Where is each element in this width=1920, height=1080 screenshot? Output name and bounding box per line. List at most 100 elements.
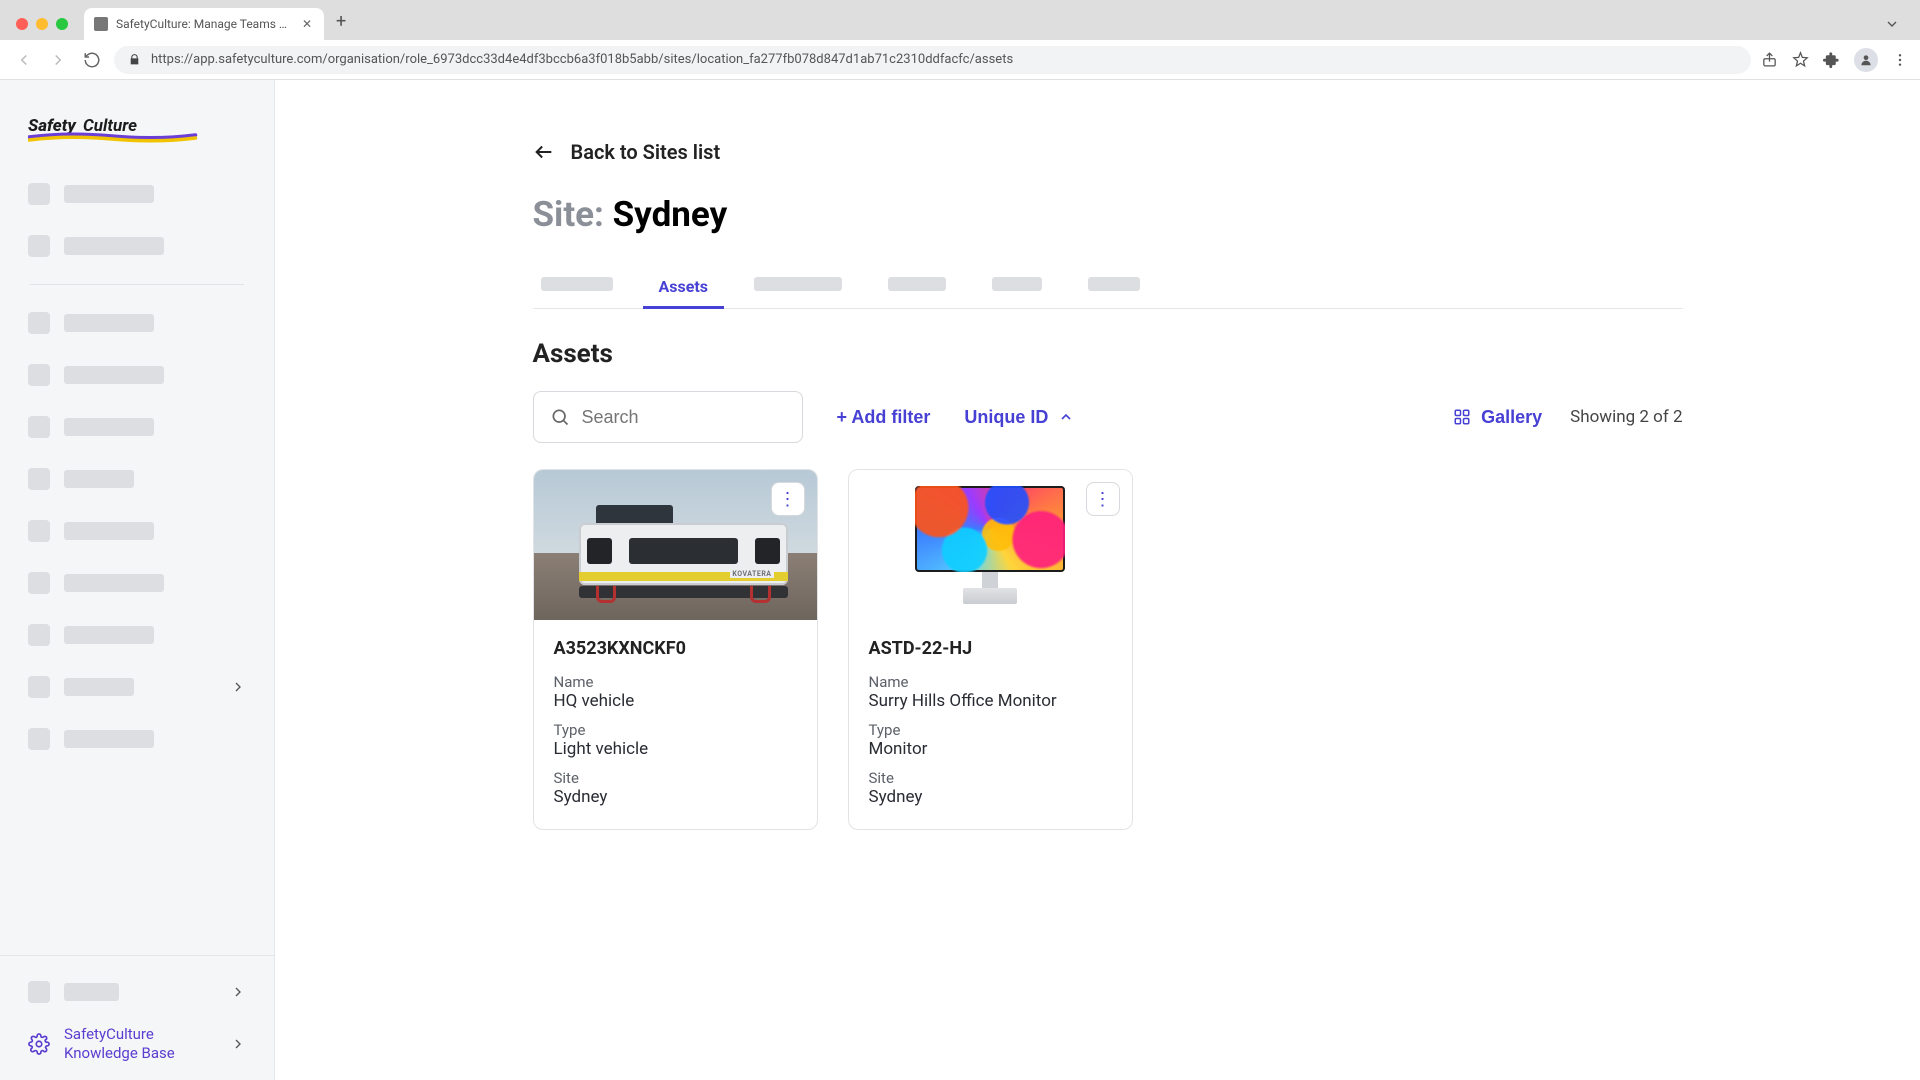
window-close-icon[interactable] <box>16 18 28 30</box>
asset-image: KOVATERA ⋮ <box>534 470 817 620</box>
toolbar-right: Gallery Showing 2 of 2 <box>1453 407 1682 428</box>
asset-card-body: ASTD-22-HJ NameSurry Hills Office Monito… <box>849 620 1132 829</box>
tabstrip-menu-icon[interactable] <box>1884 16 1910 40</box>
asset-site: Sydney <box>869 787 1112 807</box>
result-count: Showing 2 of 2 <box>1570 407 1682 427</box>
sidebar-item-placeholder[interactable] <box>20 713 254 765</box>
sidebar-item-placeholder[interactable] <box>20 220 254 272</box>
asset-name: Surry Hills Office Monitor <box>869 691 1112 711</box>
field-label-site: Site <box>869 769 1112 787</box>
sidebar-item-placeholder[interactable] <box>20 453 254 505</box>
sidebar-item-placeholder[interactable] <box>20 505 254 557</box>
kebab-icon: ⋮ <box>1094 489 1112 510</box>
sidebar-bottom: SafetyCulture Knowledge Base <box>0 955 274 1080</box>
tab-close-icon[interactable]: ✕ <box>300 17 314 31</box>
nav-reload-button[interactable] <box>80 48 104 72</box>
chevron-up-icon <box>1058 409 1074 425</box>
tab-strip: SafetyCulture: Manage Teams and ... ✕ + <box>0 0 1920 40</box>
view-mode-button[interactable]: Gallery <box>1453 407 1542 428</box>
kebab-icon: ⋮ <box>779 489 797 510</box>
tab-placeholder[interactable] <box>1080 265 1148 308</box>
tab-placeholder[interactable] <box>533 265 621 308</box>
window-controls <box>10 18 78 40</box>
field-label-site: Site <box>554 769 797 787</box>
tab-placeholder[interactable] <box>984 265 1050 308</box>
bookmark-icon[interactable] <box>1792 51 1809 68</box>
asset-card[interactable]: KOVATERA ⋮ A3523KXNCKF0 NameHQ vehicle T… <box>533 469 818 830</box>
view-mode-label: Gallery <box>1481 407 1542 428</box>
section-heading: Assets <box>533 339 1683 369</box>
asset-card[interactable]: ⋮ ASTD-22-HJ NameSurry Hills Office Moni… <box>848 469 1133 830</box>
arrow-left-icon <box>533 141 555 163</box>
toolbar: + Add filter Unique ID Gallery Showing 2… <box>533 391 1683 443</box>
tab-label: Assets <box>659 277 708 296</box>
field-label-type: Type <box>554 721 797 739</box>
asset-name: HQ vehicle <box>554 691 797 711</box>
extensions-icon[interactable] <box>1823 51 1840 68</box>
card-menu-button[interactable]: ⋮ <box>771 482 805 516</box>
card-menu-button[interactable]: ⋮ <box>1086 482 1120 516</box>
asset-type: Monitor <box>869 739 1112 759</box>
back-to-sites-link[interactable]: Back to Sites list <box>533 140 721 164</box>
asset-card-body: A3523KXNCKF0 NameHQ vehicle TypeLight ve… <box>534 620 817 829</box>
back-link-label: Back to Sites list <box>571 140 721 164</box>
field-label-name: Name <box>554 673 797 691</box>
asset-image: ⋮ <box>849 470 1132 620</box>
search-input[interactable] <box>582 407 814 428</box>
share-icon[interactable] <box>1761 51 1778 68</box>
search-icon <box>550 407 570 427</box>
sort-label: Unique ID <box>964 407 1048 428</box>
brand-logo[interactable]: Safety Culture <box>0 80 274 164</box>
sidebar-item-placeholder[interactable] <box>20 168 254 220</box>
grid-icon <box>1453 408 1471 426</box>
browser-tab[interactable]: SafetyCulture: Manage Teams and ... ✕ <box>84 8 324 40</box>
sidebar: Safety Culture <box>0 80 275 1080</box>
sort-button[interactable]: Unique ID <box>964 407 1074 428</box>
profile-avatar[interactable] <box>1854 48 1878 72</box>
page-title-value: Sydney <box>613 194 728 235</box>
asset-id: ASTD-22-HJ <box>869 638 1112 659</box>
add-filter-button[interactable]: + Add filter <box>837 407 931 428</box>
sidebar-item-placeholder[interactable] <box>20 609 254 661</box>
nav-forward-button[interactable] <box>46 48 70 72</box>
asset-image-brand: KOVATERA <box>730 570 773 578</box>
url-field[interactable]: https://app.safetyculture.com/organisati… <box>114 46 1751 74</box>
gear-icon <box>28 1033 50 1055</box>
tab-title: SafetyCulture: Manage Teams and ... <box>116 17 292 31</box>
chevron-right-icon <box>230 679 246 695</box>
sidebar-item-placeholder[interactable] <box>20 966 254 1018</box>
sidebar-item-placeholder[interactable] <box>20 401 254 453</box>
browser-chrome: SafetyCulture: Manage Teams and ... ✕ + … <box>0 0 1920 80</box>
tab-assets[interactable]: Assets <box>651 265 716 308</box>
sidebar-item-knowledge-base[interactable]: SafetyCulture Knowledge Base <box>20 1018 254 1070</box>
sidebar-item-label: SafetyCulture Knowledge Base <box>64 1025 175 1063</box>
url-text: https://app.safetyculture.com/organisati… <box>151 52 1737 67</box>
chrome-actions <box>1761 48 1908 72</box>
sidebar-separator <box>30 284 244 285</box>
page-title: Site: Sydney <box>533 194 1683 235</box>
lock-icon <box>128 53 141 66</box>
sidebar-item-placeholder[interactable] <box>20 557 254 609</box>
application: Safety Culture <box>0 80 1920 1080</box>
chevron-right-icon <box>230 1036 246 1052</box>
asset-id: A3523KXNCKF0 <box>554 638 797 659</box>
search-input-wrapper[interactable] <box>533 391 803 443</box>
field-label-name: Name <box>869 673 1112 691</box>
address-bar: https://app.safetyculture.com/organisati… <box>0 40 1920 80</box>
kebab-menu-icon[interactable] <box>1892 52 1908 68</box>
tab-placeholder[interactable] <box>880 265 954 308</box>
sidebar-item-placeholder[interactable] <box>20 297 254 349</box>
tab-placeholder[interactable] <box>746 265 850 308</box>
chevron-right-icon <box>230 984 246 1000</box>
window-maximize-icon[interactable] <box>56 18 68 30</box>
nav-back-button[interactable] <box>12 48 36 72</box>
sidebar-item-placeholder[interactable] <box>20 661 254 713</box>
page-title-prefix: Site: <box>533 194 604 235</box>
favicon-icon <box>94 17 108 31</box>
window-minimize-icon[interactable] <box>36 18 48 30</box>
asset-site: Sydney <box>554 787 797 807</box>
main-content: Back to Sites list Site: Sydney Assets A… <box>275 80 1920 1080</box>
sidebar-item-placeholder[interactable] <box>20 349 254 401</box>
new-tab-button[interactable]: + <box>324 11 358 40</box>
sidebar-nav <box>0 164 274 769</box>
